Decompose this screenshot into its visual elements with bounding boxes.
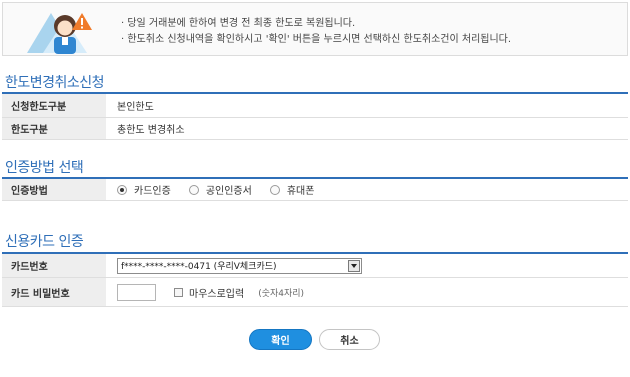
radio-card-auth[interactable]: 카드인증 — [117, 182, 171, 197]
auth-section-title: 인증방법 선택 — [5, 160, 84, 176]
card-section-title: 신용카드 인증 — [5, 234, 84, 250]
row-label: 한도구분 — [2, 118, 106, 139]
notice-line: · 당일 거래분에 한하여 변경 전 최종 한도로 복원됩니다. — [121, 18, 356, 29]
confirm-button[interactable]: 확인 — [249, 329, 312, 350]
auth-method-row: 인증방법 카드인증 공인인증서 휴대폰 — [2, 179, 628, 201]
limit-section-title: 한도변경취소신청 — [5, 75, 105, 91]
cancel-button[interactable]: 취소 — [319, 329, 380, 350]
notice-line: · 한도취소 신청내역을 확인하시고 '확인' 버튼을 누르시면 선택하신 한도… — [121, 34, 512, 45]
radio-label: 공인인증서 — [205, 186, 252, 197]
radio-checked-icon[interactable] — [117, 184, 127, 195]
radio-certificate-auth[interactable]: 공인인증서 — [188, 182, 252, 197]
card-number-select[interactable]: f****-****-****-0471 (우리V체크카드) — [117, 257, 362, 274]
row-label: 신청한도구분 — [2, 94, 106, 117]
card-number-row: 카드번호 f****-****-****-0471 (우리V체크카드) — [2, 254, 628, 278]
password-hint: (숫자4자리) — [258, 288, 305, 299]
notice-box: · 당일 거래분에 한하여 변경 전 최종 한도로 복원됩니다. · 한도취소 … — [2, 2, 628, 56]
card-password-input[interactable] — [117, 283, 156, 301]
row-value: 본인한도 — [117, 102, 154, 113]
radio-unchecked-icon[interactable] — [269, 184, 280, 195]
checkbox-icon[interactable] — [174, 287, 183, 297]
row-value: 총한도 변경취소 — [117, 125, 185, 136]
row-label: 카드 비밀번호 — [2, 278, 106, 306]
row-label: 인증방법 — [2, 179, 106, 200]
table-row: 한도구분 총한도 변경취소 — [2, 118, 628, 140]
mouse-input-checkbox[interactable]: 마우스로입력 — [174, 285, 244, 300]
radio-phone-auth[interactable]: 휴대폰 — [269, 182, 315, 197]
radio-label: 카드인증 — [134, 186, 171, 197]
checkbox-label: 마우스로입력 — [189, 288, 245, 300]
row-label: 카드번호 — [2, 254, 106, 277]
notice-text: · 당일 거래분에 한하여 변경 전 최종 한도로 복원됩니다. · 한도취소 … — [121, 16, 511, 48]
chevron-down-icon[interactable] — [348, 259, 360, 272]
notice-illustration — [25, 5, 107, 55]
select-value: f****-****-****-0471 (우리V체크카드) — [121, 262, 277, 272]
table-row: 신청한도구분 본인한도 — [2, 94, 628, 118]
card-password-row: 카드 비밀번호 마우스로입력 (숫자4자리) — [2, 278, 628, 307]
radio-label: 휴대폰 — [286, 186, 315, 197]
auth-method-radio-group: 카드인증 공인인증서 휴대폰 — [117, 182, 332, 197]
radio-unchecked-icon[interactable] — [188, 184, 199, 195]
